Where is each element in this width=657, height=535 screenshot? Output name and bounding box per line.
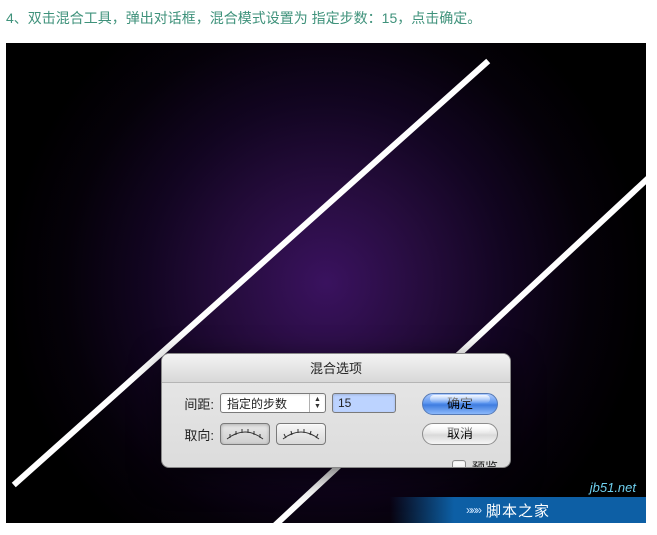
orientation-align-page-button[interactable] xyxy=(220,423,270,445)
preview-label: 预览 xyxy=(472,457,498,468)
instruction-text: 4、双击混合工具，弹出对话框，混合模式设置为 指定步数：15，点击确定。 xyxy=(0,0,657,43)
align-page-icon xyxy=(226,427,264,441)
dialog-buttons: 确定 取消 预览 xyxy=(422,393,498,468)
dialog-title: 混合选项 xyxy=(162,354,510,383)
cancel-button-label: 取消 xyxy=(447,426,473,441)
select-stepper-icon: ▲▼ xyxy=(309,394,323,412)
ok-button[interactable]: 确定 xyxy=(422,393,498,415)
watermark-url: jb51.net xyxy=(590,479,646,497)
watermark-site-name: »»» 脚本之家 xyxy=(466,500,550,521)
cancel-button[interactable]: 取消 xyxy=(422,423,498,445)
align-path-icon xyxy=(282,427,320,441)
spacing-mode-select[interactable]: 指定的步数 ▲▼ xyxy=(220,393,326,413)
orientation-group xyxy=(220,423,326,445)
arrow-deco-icon: »»» xyxy=(466,503,480,517)
orientation-label: 取向: xyxy=(174,425,214,444)
preview-row: 预览 xyxy=(452,457,498,468)
blend-options-dialog: 混合选项 间距: 指定的步数 ▲▼ 取向: xyxy=(161,353,511,468)
dialog-body: 间距: 指定的步数 ▲▼ 取向: xyxy=(162,383,510,467)
orientation-align-path-button[interactable] xyxy=(276,423,326,445)
watermark: jb51.net »»» 脚本之家 xyxy=(6,479,646,523)
spacing-label: 间距: xyxy=(174,394,214,413)
ok-button-label: 确定 xyxy=(447,396,473,411)
watermark-banner: »»» 脚本之家 xyxy=(6,497,646,523)
preview-checkbox[interactable] xyxy=(452,460,466,469)
spacing-mode-value: 指定的步数 xyxy=(227,395,287,412)
artwork-canvas: 混合选项 间距: 指定的步数 ▲▼ 取向: xyxy=(6,43,646,523)
watermark-text: 脚本之家 xyxy=(486,500,550,521)
spacing-value-input[interactable] xyxy=(332,393,396,413)
